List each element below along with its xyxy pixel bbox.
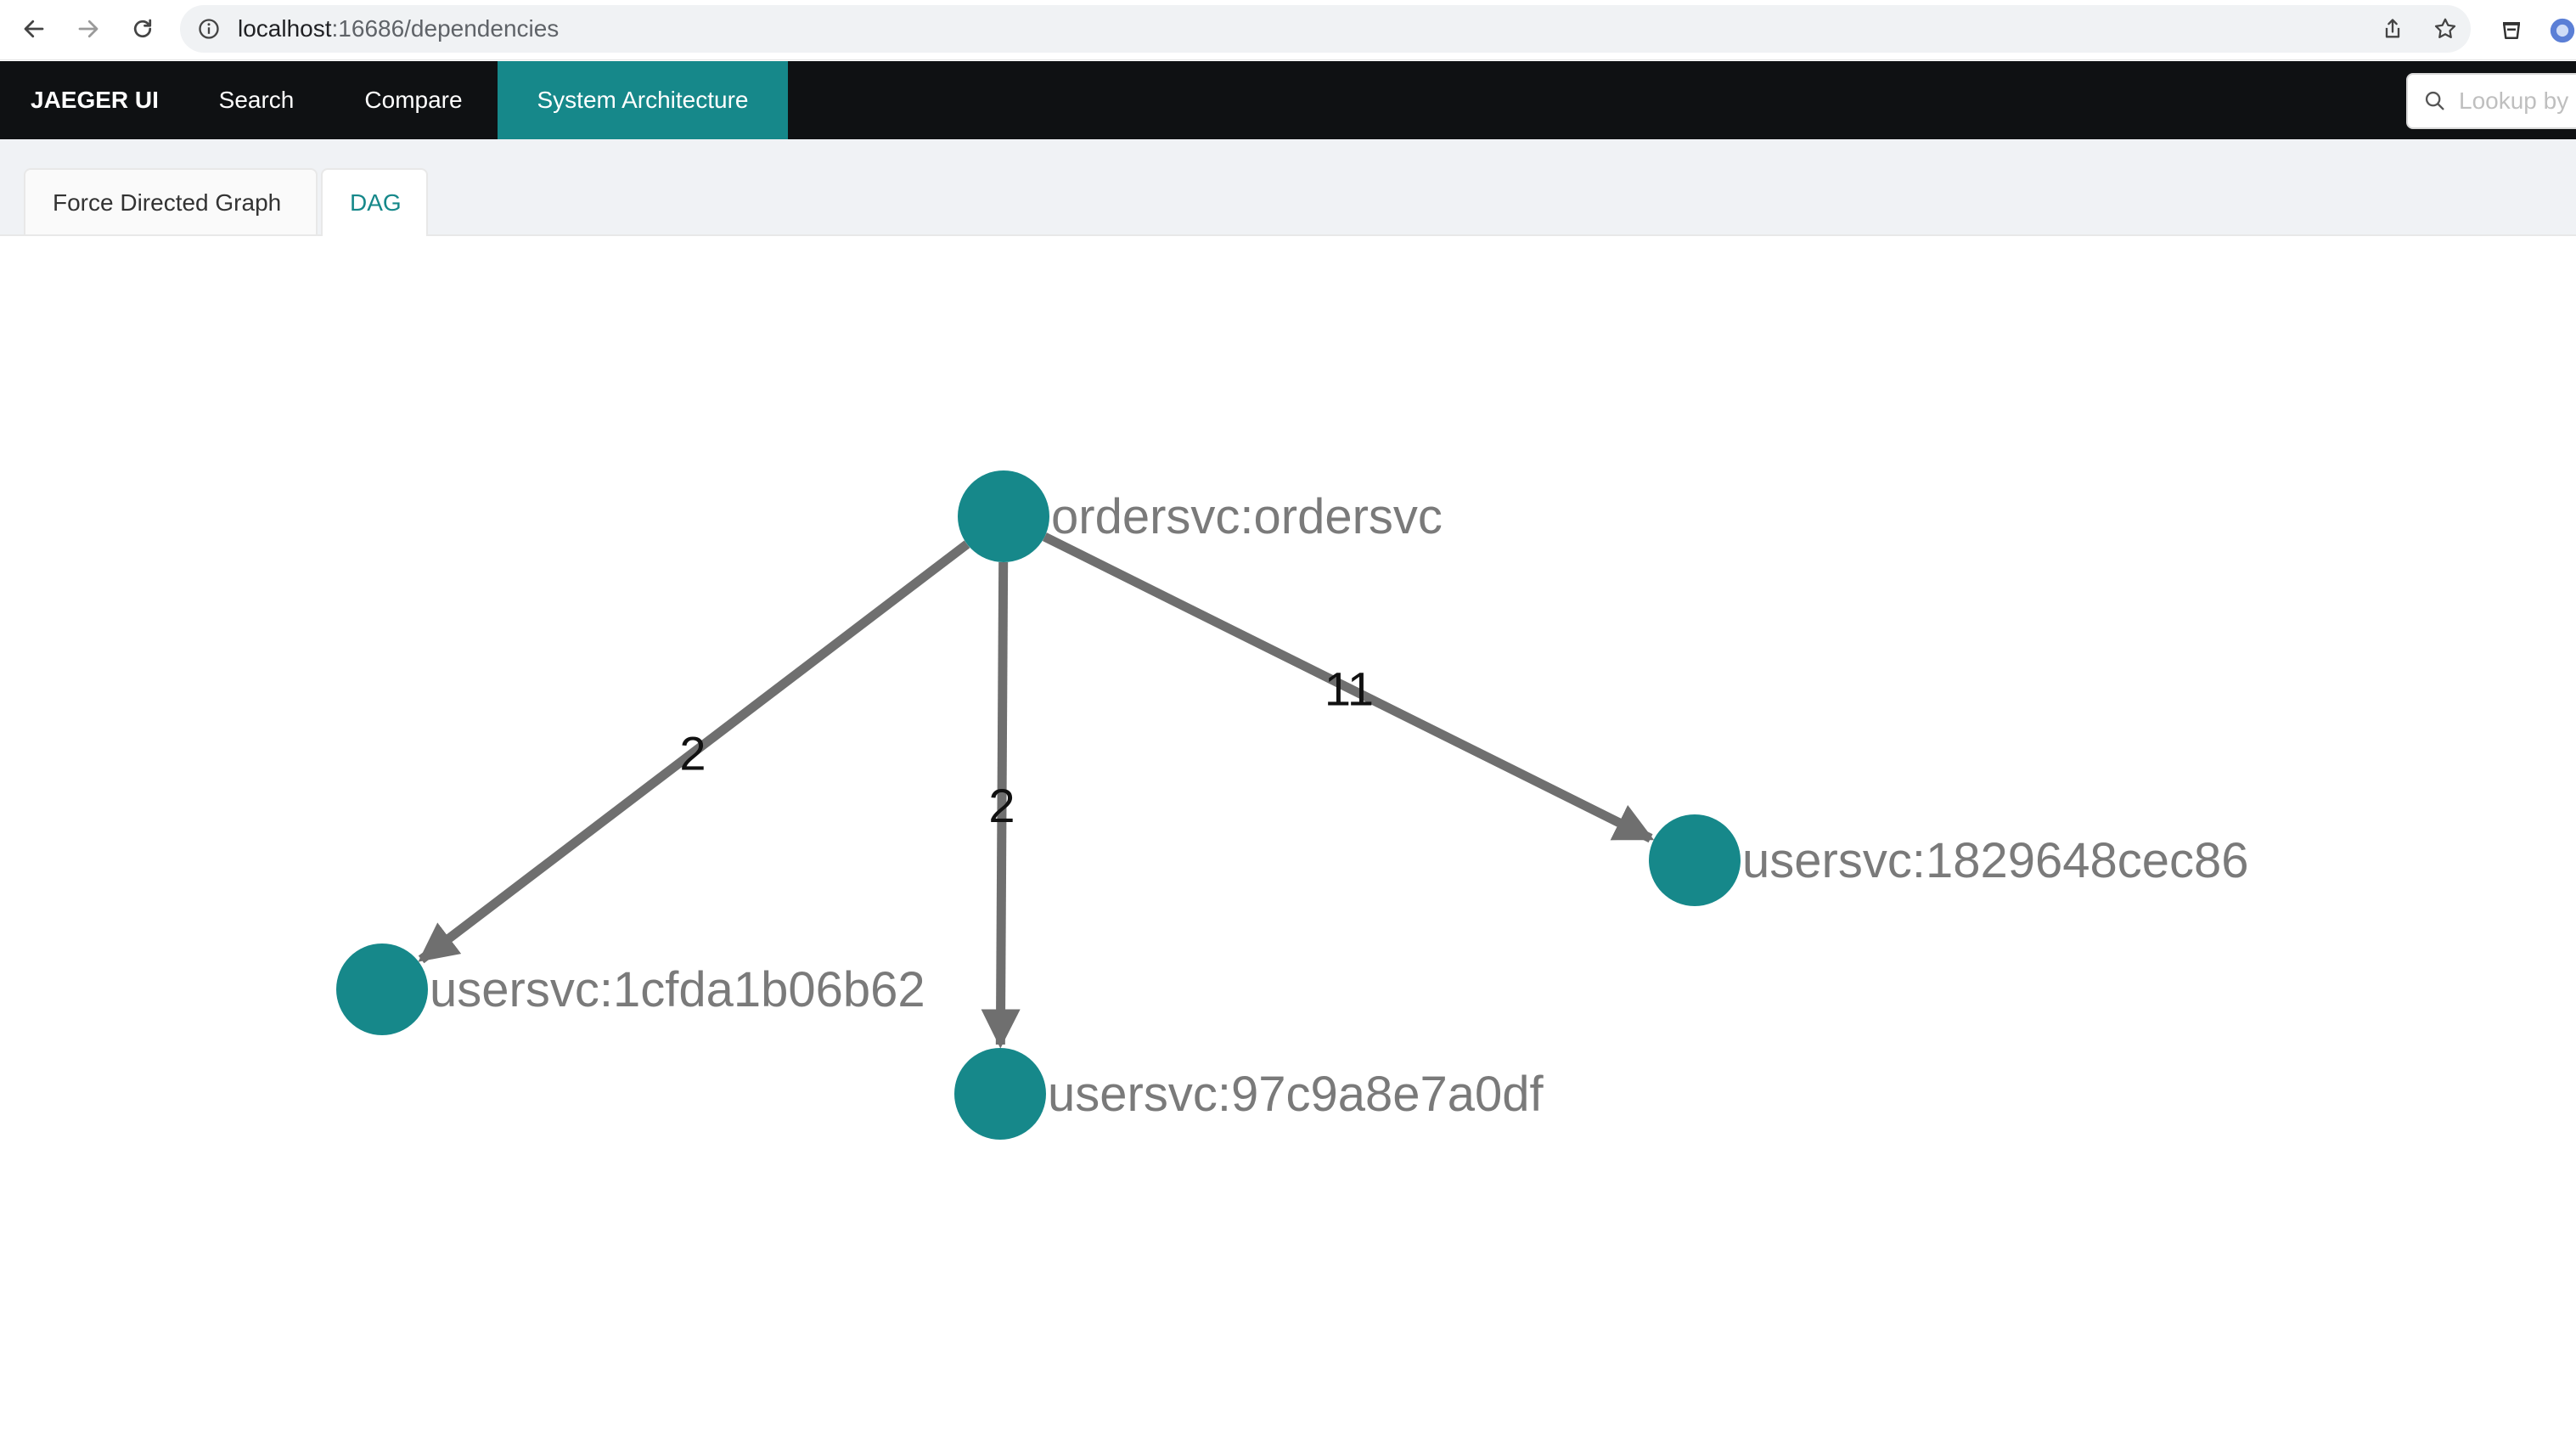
edge-call-count: 2 [679,727,706,780]
nav-search[interactable]: Search [200,61,312,139]
view-tab-bar: Force Directed Graph DAG [0,139,2576,236]
forward-arrow-icon [78,20,98,38]
service-node[interactable] [958,470,1049,562]
share-button[interactable] [2374,10,2411,48]
profile-avatar-icon [2550,18,2575,43]
edge-call-count: 2 [988,779,1015,832]
top-navigation-bar: JAEGER UI Search Compare System Architec… [0,61,2576,139]
search-icon [2425,91,2444,110]
edge-call-count: 11 [1325,662,1374,716]
extension-icon [2503,22,2520,39]
back-button[interactable] [15,10,53,48]
url-text[interactable]: localhost:16686/dependencies [238,5,559,53]
back-arrow-icon [24,20,44,38]
service-node[interactable] [954,1048,1046,1140]
trace-lookup-input[interactable] [2457,82,2576,121]
service-node-label: usersvc:97c9a8e7a0df [1048,1067,1544,1122]
bookmark-button[interactable] [2427,10,2464,48]
service-node[interactable] [336,943,428,1035]
service-node-label: ordersvc:ordersvc [1051,489,1443,544]
url-host: localhost [238,15,332,42]
browser-toolbar: localhost:16686/dependencies [0,0,2576,60]
profile-button[interactable] [2544,12,2576,49]
service-node-label: usersvc:1829648cec86 [1742,833,2249,888]
brand-link[interactable]: JAEGER UI [31,61,159,139]
forward-button[interactable] [70,10,107,48]
site-info-icon[interactable] [197,17,221,41]
share-icon [2385,19,2400,38]
service-node-label: usersvc:1cfda1b06b62 [430,962,925,1017]
service-node[interactable] [1649,814,1741,906]
tab-dag[interactable]: DAG [321,168,428,236]
star-icon [2434,18,2456,38]
url-path: :16686/dependencies [331,15,560,42]
trace-lookup-box[interactable] [2406,73,2576,129]
dependency-dag-graph: 2 2 11 ordersvc:ordersvc usersvc:1cfda1b06b… [336,470,2249,1140]
extension-button[interactable] [2493,12,2530,49]
tab-force-directed-graph[interactable]: Force Directed Graph [24,168,318,234]
reload-icon [133,19,152,38]
nav-compare[interactable]: Compare [341,61,486,139]
reload-button[interactable] [124,10,161,48]
address-bar[interactable]: localhost:16686/dependencies [180,5,2471,53]
nav-system-architecture[interactable]: System Architecture [498,61,788,139]
